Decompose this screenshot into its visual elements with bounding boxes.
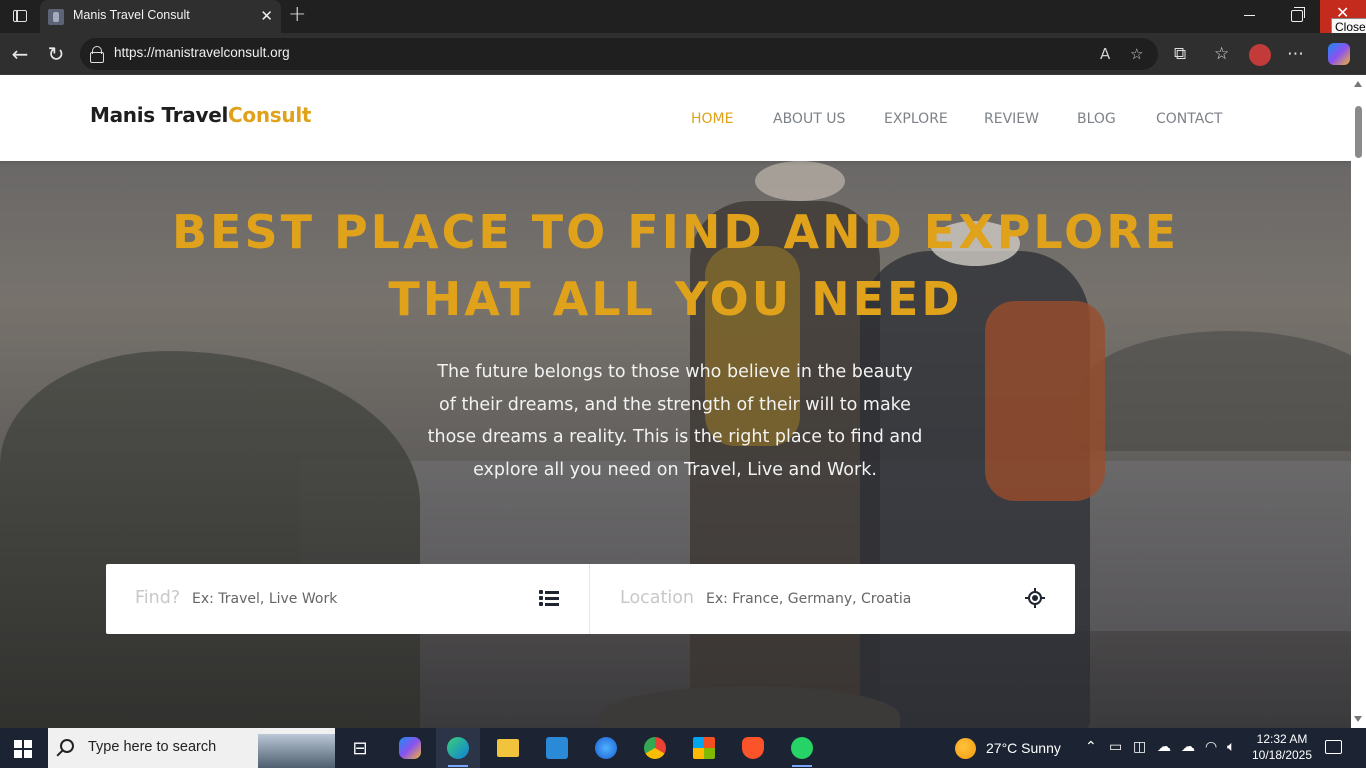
address-bar[interactable]: https://manistravelconsult.org A ☆ xyxy=(80,38,1158,70)
browser-title-bar: Manis Travel Consult ✕ + ✕ Close xyxy=(0,0,1366,36)
hero-subtitle-line: those dreams a reality. This is the righ… xyxy=(427,427,923,447)
locate-me-icon[interactable] xyxy=(1025,588,1045,608)
firefox-icon[interactable] xyxy=(584,728,628,768)
brave-icon[interactable] xyxy=(731,728,775,768)
search-icon xyxy=(60,739,74,753)
wifi-icon[interactable]: ◠ xyxy=(1205,739,1217,755)
location-label: Location xyxy=(620,588,695,608)
hero-background-hill xyxy=(1080,331,1351,451)
refresh-icon[interactable]: ↻ xyxy=(43,41,69,67)
more-options-icon[interactable]: ⋯ xyxy=(1287,43,1304,65)
camera-icon[interactable]: ◫ xyxy=(1133,739,1146,755)
edge-app-icon[interactable] xyxy=(436,728,480,768)
windows-start-icon[interactable] xyxy=(14,740,32,758)
search-form: Find? Location xyxy=(106,564,1075,634)
search-highlight-image xyxy=(258,734,335,768)
task-view-icon[interactable]: ⊟ xyxy=(338,728,382,768)
category-list-icon[interactable] xyxy=(539,590,559,606)
volume-icon[interactable]: 🔈︎ xyxy=(1227,739,1235,755)
tab-title: Manis Travel Consult xyxy=(73,8,190,22)
hero-section: BEST PLACE TO FIND AND EXPLORE THAT ALL … xyxy=(0,161,1351,728)
microsoft-store-icon[interactable] xyxy=(682,728,726,768)
tab-close-icon[interactable]: ✕ xyxy=(260,7,273,25)
notification-center-icon[interactable] xyxy=(1325,740,1342,754)
show-hidden-icons-chevron-icon[interactable]: ⌃ xyxy=(1085,739,1097,755)
logo-accent-text: Consult xyxy=(228,103,312,127)
favorites-icon[interactable]: ☆ xyxy=(1214,43,1229,65)
nav-review[interactable]: REVIEW xyxy=(984,111,1039,127)
hero-hat-woman xyxy=(755,161,845,201)
nav-contact[interactable]: CONTACT xyxy=(1156,111,1222,127)
back-arrow-icon[interactable]: ← xyxy=(7,41,33,67)
site-header: Manis TravelConsult HOME ABOUT US EXPLOR… xyxy=(0,75,1351,161)
page-viewport: Manis TravelConsult HOME ABOUT US EXPLOR… xyxy=(0,75,1351,728)
taskbar-search-placeholder: Type here to search xyxy=(88,739,217,755)
new-tab-button[interactable]: + xyxy=(288,3,306,27)
scroll-down-icon[interactable] xyxy=(1354,716,1362,722)
restore-button[interactable] xyxy=(1291,7,1305,22)
windows-taskbar: Type here to search ⊟ 27°C Sunny ⌃ ▭ ◫ ☁… xyxy=(0,728,1366,768)
browser-toolbar: ← ↻ https://manistravelconsult.org A ☆ ⧉… xyxy=(0,33,1366,75)
read-aloud-icon[interactable]: A xyxy=(1100,45,1110,63)
weather-sun-icon[interactable] xyxy=(955,738,976,759)
nav-home[interactable]: HOME xyxy=(691,111,733,127)
cloud-sync-icon[interactable]: ☁ xyxy=(1181,739,1195,755)
minimize-button[interactable] xyxy=(1244,15,1255,17)
weather-text[interactable]: 27°C Sunny xyxy=(986,740,1061,756)
hero-subtitle-line: The future belongs to those who believe … xyxy=(437,362,913,382)
site-favicon-icon xyxy=(48,9,64,25)
whatsapp-icon[interactable] xyxy=(780,728,824,768)
taskbar-search-box[interactable]: Type here to search xyxy=(48,728,335,768)
copilot-icon[interactable] xyxy=(1328,43,1350,65)
hero-title-line-2: THAT ALL YOU NEED xyxy=(388,272,963,326)
page-scrollbar[interactable] xyxy=(1351,75,1366,728)
nav-about-us[interactable]: ABOUT US xyxy=(773,111,845,127)
browser-tab[interactable]: Manis Travel Consult ✕ xyxy=(40,0,281,33)
clock-date: 10/18/2025 xyxy=(1251,748,1313,762)
hero-subtitle-line: explore all you need on Travel, Live and… xyxy=(473,459,877,480)
profile-avatar[interactable] xyxy=(1249,44,1271,66)
location-input[interactable] xyxy=(706,586,1006,612)
tab-actions-icon[interactable] xyxy=(8,4,32,28)
chrome-icon[interactable] xyxy=(633,728,677,768)
scroll-up-icon[interactable] xyxy=(1354,81,1362,87)
vscode-icon[interactable] xyxy=(535,728,579,768)
hero-background-forest xyxy=(0,351,420,728)
find-input[interactable] xyxy=(192,586,492,612)
logo-main-text: Manis Travel xyxy=(90,103,229,127)
nav-explore[interactable]: EXPLORE xyxy=(884,111,948,127)
battery-icon[interactable]: ▭ xyxy=(1109,739,1122,755)
cloud-offline-icon[interactable]: ☁ xyxy=(1157,739,1171,755)
copilot-app-icon[interactable] xyxy=(388,728,432,768)
hero-subtitle-line: of their dreams, and the strength of the… xyxy=(439,394,911,415)
site-logo[interactable]: Manis TravelConsult xyxy=(90,103,311,127)
clock-time: 12:32 AM xyxy=(1256,732,1308,746)
favorite-star-icon[interactable]: ☆ xyxy=(1130,45,1143,63)
nav-blog[interactable]: BLOG xyxy=(1077,111,1116,127)
find-label: Find? xyxy=(135,588,181,608)
address-bar-url[interactable]: https://manistravelconsult.org xyxy=(114,45,290,60)
hero-subtitle: The future belongs to those who believe … xyxy=(405,356,945,486)
file-explorer-icon[interactable] xyxy=(486,728,530,768)
search-divider xyxy=(589,564,590,634)
scrollbar-thumb[interactable] xyxy=(1355,106,1362,158)
hero-title: BEST PLACE TO FIND AND EXPLORE THAT ALL … xyxy=(0,199,1351,333)
hero-title-line-1: BEST PLACE TO FIND AND EXPLORE xyxy=(171,205,1180,259)
site-info-lock-icon[interactable] xyxy=(90,46,104,63)
extensions-icon[interactable]: ⧉ xyxy=(1174,43,1186,65)
taskbar-clock[interactable]: 12:32 AM 10/18/2025 xyxy=(1248,731,1316,763)
